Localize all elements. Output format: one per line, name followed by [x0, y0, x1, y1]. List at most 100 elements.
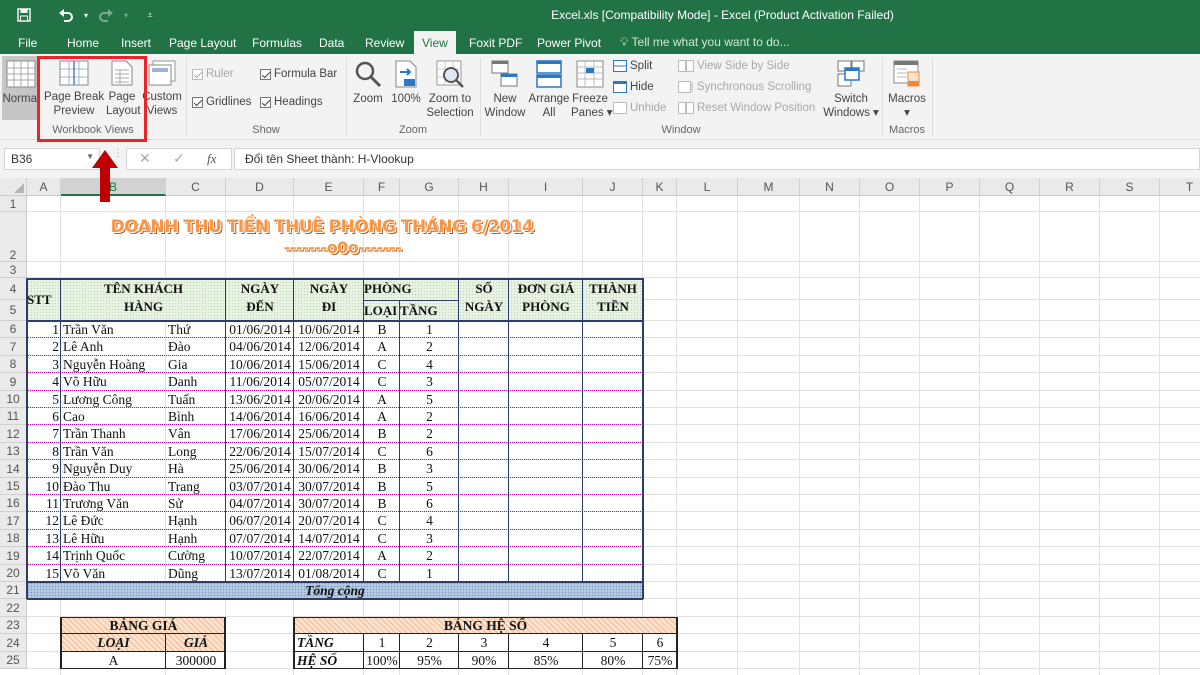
- cell-stt: 6: [52, 409, 59, 424]
- switch-windows-button[interactable]: Switch Windows ▾: [822, 60, 880, 120]
- column-header-r[interactable]: R: [1040, 178, 1100, 196]
- tab-page-layout[interactable]: Page Layout: [169, 34, 236, 54]
- column-header-a[interactable]: A: [27, 178, 61, 196]
- column-header-t[interactable]: T: [1160, 178, 1200, 196]
- group-label-window: Window: [661, 124, 701, 136]
- cell-ten: Thứ: [168, 322, 191, 337]
- column-header-s[interactable]: S: [1100, 178, 1160, 196]
- row-header-3[interactable]: 3: [0, 262, 27, 278]
- column-header-m[interactable]: M: [738, 178, 800, 196]
- unhide-button[interactable]: Unhide: [613, 102, 666, 114]
- formula-input[interactable]: Đổi tên Sheet thành: H-Vlookup: [234, 148, 1200, 170]
- tab-insert[interactable]: Insert: [121, 34, 151, 54]
- column-header-g[interactable]: G: [400, 178, 459, 196]
- select-all-corner[interactable]: [0, 178, 27, 196]
- synchronous-scrolling-button[interactable]: Synchronous Scrolling: [678, 81, 811, 93]
- lightbulb-icon: 💡︎: [620, 35, 629, 49]
- column-header-c[interactable]: C: [166, 178, 226, 196]
- view-side-by-side-button[interactable]: View Side by Side: [678, 60, 789, 72]
- column-header-j[interactable]: J: [583, 178, 643, 196]
- row-header-15[interactable]: 15: [0, 478, 27, 495]
- row-header-4[interactable]: 4: [0, 278, 27, 300]
- column-header-i[interactable]: I: [509, 178, 583, 196]
- he-so-percent-value: 85%: [533, 653, 559, 668]
- row-header-20[interactable]: 20: [0, 565, 27, 582]
- row-header-2[interactable]: 2: [0, 212, 27, 262]
- split-icon: [613, 60, 627, 72]
- row-header-25[interactable]: 25: [0, 652, 27, 669]
- cell-ho: Trần Văn: [63, 444, 114, 459]
- row-header-12[interactable]: 12: [0, 425, 27, 443]
- row-header-21[interactable]: 21: [0, 582, 27, 599]
- tab-data[interactable]: Data: [319, 34, 344, 54]
- tab-foxit-pdf[interactable]: Foxit PDF: [469, 34, 522, 54]
- zoom-100-button[interactable]: 100%: [390, 60, 422, 106]
- column-header-l[interactable]: L: [677, 178, 738, 196]
- row-header-6[interactable]: 6: [0, 321, 27, 338]
- zoom-button[interactable]: Zoom: [350, 60, 386, 106]
- column-header-f[interactable]: F: [364, 178, 400, 196]
- name-box[interactable]: B36 ▼: [4, 148, 100, 170]
- cell-ten: Cường: [168, 548, 205, 563]
- headings-checkbox[interactable]: Headings: [260, 96, 323, 108]
- normal-view-button[interactable]: Normal: [2, 56, 40, 120]
- column-header-k[interactable]: K: [643, 178, 677, 196]
- formula-bar-checkbox[interactable]: Formula Bar: [260, 68, 337, 80]
- bang-gia-border: [61, 617, 226, 618]
- column-header-e[interactable]: E: [294, 178, 364, 196]
- row-header-9[interactable]: 9: [0, 373, 27, 391]
- row-header-13[interactable]: 13: [0, 443, 27, 460]
- row-header-5[interactable]: 5: [0, 300, 27, 321]
- row-header-1[interactable]: 1: [0, 196, 27, 212]
- zoom-to-selection-button[interactable]: Zoom to Selection: [424, 60, 476, 120]
- row-header-8[interactable]: 8: [0, 356, 27, 373]
- tab-view[interactable]: View: [414, 31, 456, 54]
- row-header-14[interactable]: 14: [0, 460, 27, 478]
- cell-stt: 13: [45, 531, 60, 546]
- row-header-19[interactable]: 19: [0, 547, 27, 565]
- hide-button[interactable]: Hide: [613, 81, 654, 93]
- row-header-7[interactable]: 7: [0, 338, 27, 356]
- row-header-23[interactable]: 23: [0, 617, 27, 634]
- tab-file[interactable]: File: [18, 34, 37, 54]
- tab-home[interactable]: Home: [67, 34, 99, 54]
- column-header-q[interactable]: Q: [980, 178, 1040, 196]
- freeze-panes-button[interactable]: Freeze Panes ▾: [571, 60, 613, 120]
- title-bar: ▾ ▾ ⩡ Excel.xls [Compatibility Mode] - E…: [0, 0, 1200, 30]
- cell-loai: B: [377, 461, 387, 476]
- row-header-22[interactable]: 22: [0, 599, 27, 617]
- ruler-checkbox[interactable]: Ruler: [192, 68, 233, 80]
- row-header-16[interactable]: 16: [0, 495, 27, 512]
- group-label-zoom: Zoom: [398, 124, 428, 136]
- new-window-button[interactable]: New Window: [484, 60, 526, 120]
- column-header-o[interactable]: O: [860, 178, 920, 196]
- enter-icon[interactable]: ✓: [173, 150, 185, 167]
- bang-he-so-border: [508, 634, 509, 669]
- gridlines-checkbox[interactable]: Gridlines: [192, 96, 251, 108]
- cell-ngay-di: 30/07/2014: [298, 496, 360, 511]
- column-header-p[interactable]: P: [920, 178, 980, 196]
- row-header-11[interactable]: 11: [0, 408, 27, 425]
- tab-power-pivot[interactable]: Power Pivot: [537, 34, 601, 54]
- split-button[interactable]: Split: [613, 60, 652, 72]
- column-header-h[interactable]: H: [459, 178, 509, 196]
- insert-function-icon[interactable]: fx: [207, 151, 216, 167]
- table-border-vertical: [642, 278, 644, 599]
- tab-formulas[interactable]: Formulas: [252, 34, 302, 54]
- tell-me-search[interactable]: 💡︎ Tell me what you want to do...: [620, 35, 790, 50]
- macros-button[interactable]: Macros ▾: [886, 60, 928, 120]
- worksheet-grid[interactable]: A B C D E F G H I J K L M N O P Q R S T 1 2 3 4 5 6 7 8 9 10 11 12 13 14 1…: [0, 178, 1200, 675]
- row-header-24[interactable]: 24: [0, 634, 27, 652]
- reset-window-position-button[interactable]: Reset Window Position: [678, 102, 815, 114]
- column-header-n[interactable]: N: [800, 178, 860, 196]
- row-header-17[interactable]: 17: [0, 512, 27, 530]
- row-header-18[interactable]: 18: [0, 530, 27, 547]
- unhide-icon: [613, 102, 627, 114]
- table-border-vertical: [26, 278, 28, 599]
- cancel-icon[interactable]: ✕: [139, 150, 151, 167]
- bang-he-so-border: [642, 634, 643, 669]
- arrange-all-button[interactable]: Arrange All: [527, 60, 571, 120]
- column-header-d[interactable]: D: [226, 178, 294, 196]
- tab-review[interactable]: Review: [365, 34, 404, 54]
- row-header-10[interactable]: 10: [0, 391, 27, 408]
